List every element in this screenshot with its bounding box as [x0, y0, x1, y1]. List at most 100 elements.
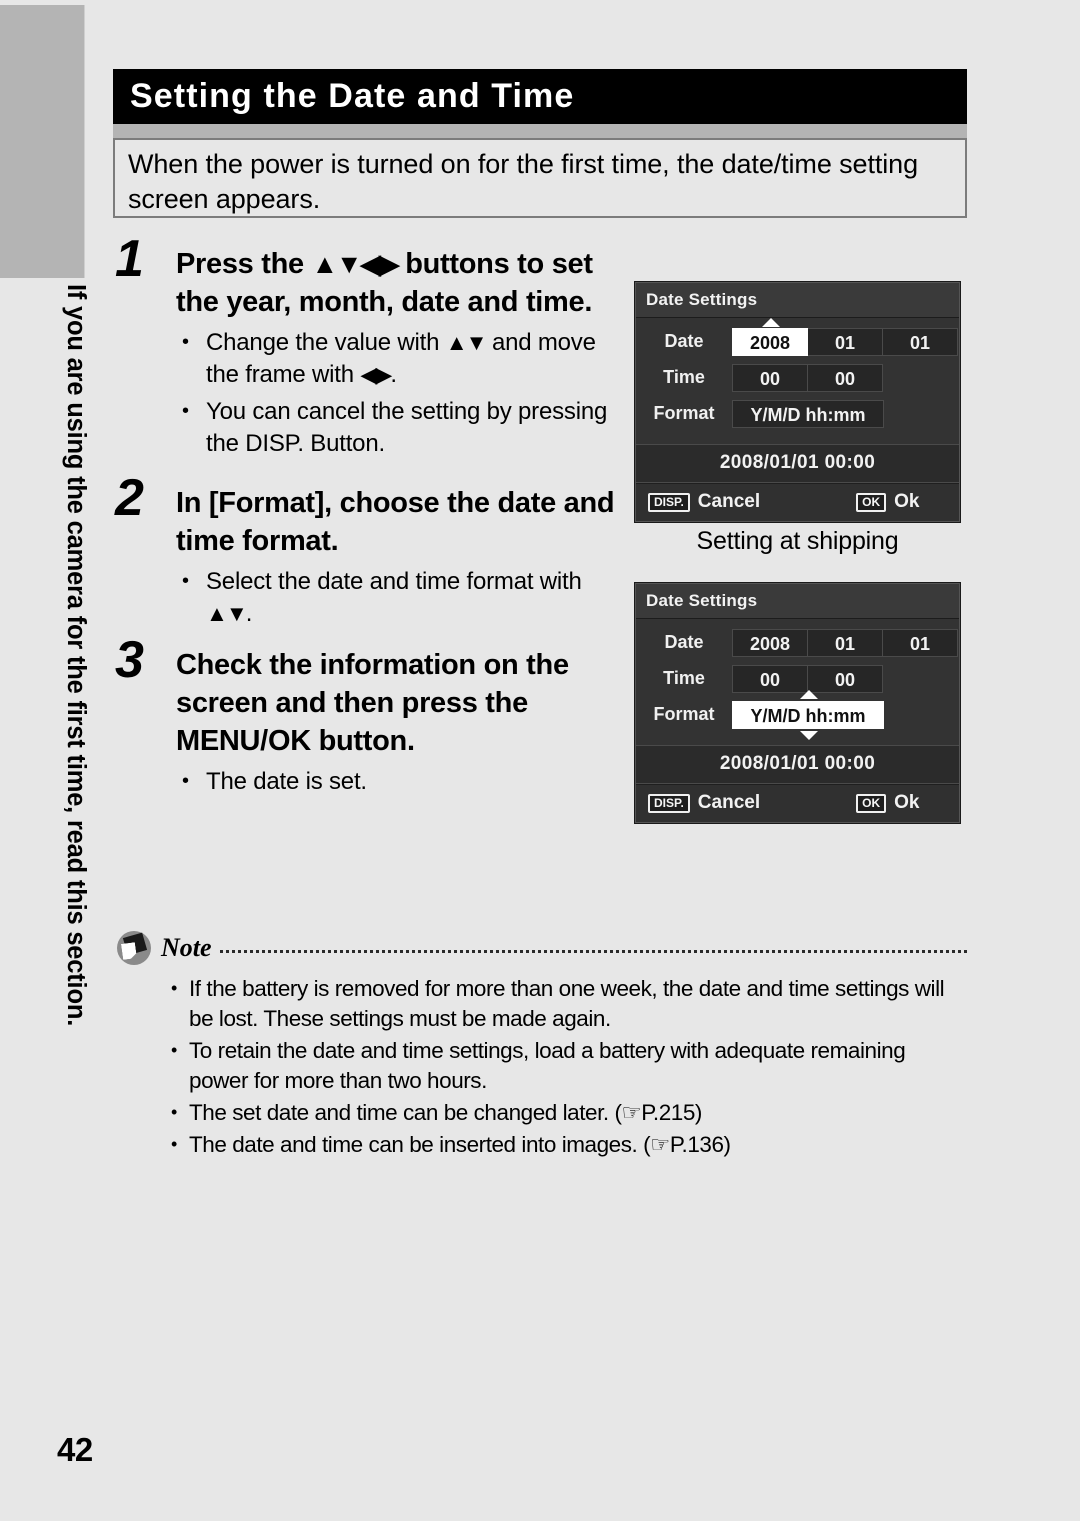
step-3-bullets: The date is set. [176, 765, 633, 798]
page-title: Setting the Date and Time [130, 77, 575, 115]
screen-1-ok-label[interactable]: Ok [894, 491, 919, 513]
note-item: The date and time can be inserted into i… [113, 1129, 967, 1160]
step-1-bullet-2: You can cancel the setting by pressing t… [176, 395, 633, 460]
screen-2-label-time: Time [663, 668, 705, 688]
screen-2-row-time: Time 00 00 [636, 663, 959, 694]
step-1-heading: Press the ▲▼◀▶ buttons to set the year, … [176, 243, 633, 321]
note-header: Note [113, 928, 967, 968]
step-2-bullets: Select the date and time format with ▲▼. [176, 565, 633, 630]
screen-1-row-date: Date 2008 01 01 [636, 317, 959, 357]
step-3-heading: Check the information on the screen and … [176, 644, 633, 760]
step-1-bullet-1: Change the value with ▲▼ and move the fr… [176, 326, 633, 391]
b4-before: The date is set. [206, 768, 367, 795]
b3-before: Select the date and time format with [206, 568, 582, 595]
screen-2-format-fields: Y/M/D hh:mm [732, 689, 884, 740]
screen-1-label-date: Date [664, 331, 704, 351]
step-2-heading: In [Format], choose the date and time fo… [176, 482, 633, 560]
step-3-heading-before: Check the information on the screen and … [176, 649, 569, 757]
camera-screen-date-settings-1: Date Settings Date 2008 01 01 Time 00 00 [635, 282, 960, 522]
screen-2-label-date: Date [664, 632, 704, 652]
intro-box: When the power is turned on for the firs… [113, 138, 967, 218]
up-down-arrows-icon: ▲▼ [445, 330, 488, 355]
sidebar-caption-area: If you are using the camera for the firs… [0, 284, 96, 1174]
screen-1-caption: Setting at shipping [696, 527, 899, 555]
screen-2-time-fields: 00 00 [732, 664, 883, 693]
screen-1-format-fields: Y/M/D hh:mm [732, 399, 884, 428]
screen-2-field-month[interactable]: 01 [807, 628, 883, 657]
b1-before: Change the value with [206, 329, 446, 356]
left-right-arrows-icon: ◀▶ [360, 362, 392, 387]
screen-1-field-hour[interactable]: 00 [732, 363, 808, 392]
screen-1-field-minute[interactable]: 00 [807, 363, 883, 392]
b1-after: . [390, 361, 397, 388]
step-2-heading-before: In [Format], choose the date and time fo… [176, 487, 615, 557]
caret-up-icon [800, 689, 818, 699]
note-divider [219, 949, 967, 953]
screen-2-ok-label[interactable]: Ok [894, 792, 919, 814]
direction-arrows-icon: ▲▼◀▶ [311, 249, 400, 279]
screen-2-row-date: Date 2008 01 01 [636, 627, 959, 658]
note-item: If the battery is removed for more than … [113, 973, 967, 1034]
caret-down-icon [800, 730, 818, 740]
step-2-number: 2 [115, 469, 144, 527]
screen-2-field-day[interactable]: 01 [882, 628, 958, 657]
screen-2-field-format[interactable]: Y/M/D hh:mm [732, 700, 884, 729]
note-memo-icon [117, 931, 151, 965]
chapter-tab-block [0, 5, 85, 278]
step-2-bullet-1: Select the date and time format with ▲▼. [176, 565, 633, 630]
screen-2-field-hour[interactable]: 00 [732, 664, 808, 693]
screen-1-label-time: Time [663, 367, 705, 387]
step-1-bullets: Change the value with ▲▼ and move the fr… [176, 326, 633, 460]
note-item: To retain the date and time settings, lo… [113, 1035, 967, 1096]
page-main-column: Setting the Date and Time When the power… [113, 0, 967, 1521]
step-1: 1 Press the ▲▼◀▶ buttons to set the year… [113, 233, 633, 460]
ok-key-icon[interactable]: OK [856, 793, 887, 813]
screen-1-field-month[interactable]: 01 [807, 327, 883, 356]
note-item: The set date and time can be changed lat… [113, 1097, 967, 1128]
screen-1-summary: 2008/01/01 00:00 [636, 444, 959, 483]
caret-up-icon [762, 317, 780, 327]
title-underbar [113, 124, 967, 138]
screen-2-field-minute[interactable]: 00 [807, 664, 883, 693]
screen-2-footer: DISP. Cancel OK Ok [636, 784, 959, 822]
screen-1-field-day[interactable]: 01 [882, 327, 958, 356]
screen-2-title: Date Settings [636, 584, 959, 619]
b2-before: You can cancel the setting by pressing t… [206, 398, 608, 457]
disp-key-icon[interactable]: DISP. [648, 793, 690, 813]
sidebar-caption: If you are using the camera for the firs… [62, 284, 90, 1027]
page-title-bar: Setting the Date and Time [113, 69, 967, 124]
page-number: 42 [57, 1431, 93, 1468]
screen-1-cancel-label[interactable]: Cancel [698, 491, 760, 513]
screen-2-label-format: Format [653, 704, 715, 724]
up-down-arrows-icon: ▲▼ [206, 601, 248, 626]
screen-2-summary: 2008/01/01 00:00 [636, 745, 959, 784]
screen-1-footer: DISP. Cancel OK Ok [636, 483, 959, 521]
screen-1-row-time: Time 00 00 [636, 362, 959, 393]
ok-key-icon[interactable]: OK [856, 492, 887, 512]
note-section: Note If the battery is removed for more … [113, 928, 967, 1162]
screen-1-field-year[interactable]: 2008 [732, 327, 808, 356]
screen-2-body: Date 2008 01 01 Time 00 00 Format Y/M/D … [636, 619, 959, 745]
step-3-bullet-1: The date is set. [176, 765, 633, 798]
screen-1-body: Date 2008 01 01 Time 00 00 Format Y/M/D … [636, 317, 959, 444]
screen-1-field-format[interactable]: Y/M/D hh:mm [732, 399, 884, 428]
screen-1-time-fields: 00 00 [732, 363, 883, 392]
screen-2-row-format: Format Y/M/D hh:mm [636, 689, 959, 740]
steps-list: 1 Press the ▲▼◀▶ buttons to set the year… [113, 233, 633, 803]
screen-2-field-year[interactable]: 2008 [732, 628, 808, 657]
step-3-number: 3 [115, 631, 144, 689]
step-2: 2 In [Format], choose the date and time … [113, 472, 633, 630]
screen-1-date-fields: 2008 01 01 [732, 317, 958, 356]
step-3: 3 Check the information on the screen an… [113, 634, 633, 798]
screen-1-title: Date Settings [636, 283, 959, 318]
note-items: If the battery is removed for more than … [113, 973, 967, 1160]
step-1-heading-before: Press the [176, 248, 312, 280]
intro-text: When the power is turned on for the firs… [128, 149, 918, 214]
screen-1-label-format: Format [653, 403, 715, 423]
screen-1-row-format: Format Y/M/D hh:mm [636, 398, 959, 429]
manual-page: { "page": { "number": "42", "side_captio… [0, 0, 1080, 1521]
step-1-number: 1 [115, 230, 144, 288]
disp-key-icon[interactable]: DISP. [648, 492, 690, 512]
note-label: Note [161, 933, 212, 962]
screen-2-cancel-label[interactable]: Cancel [698, 792, 760, 814]
